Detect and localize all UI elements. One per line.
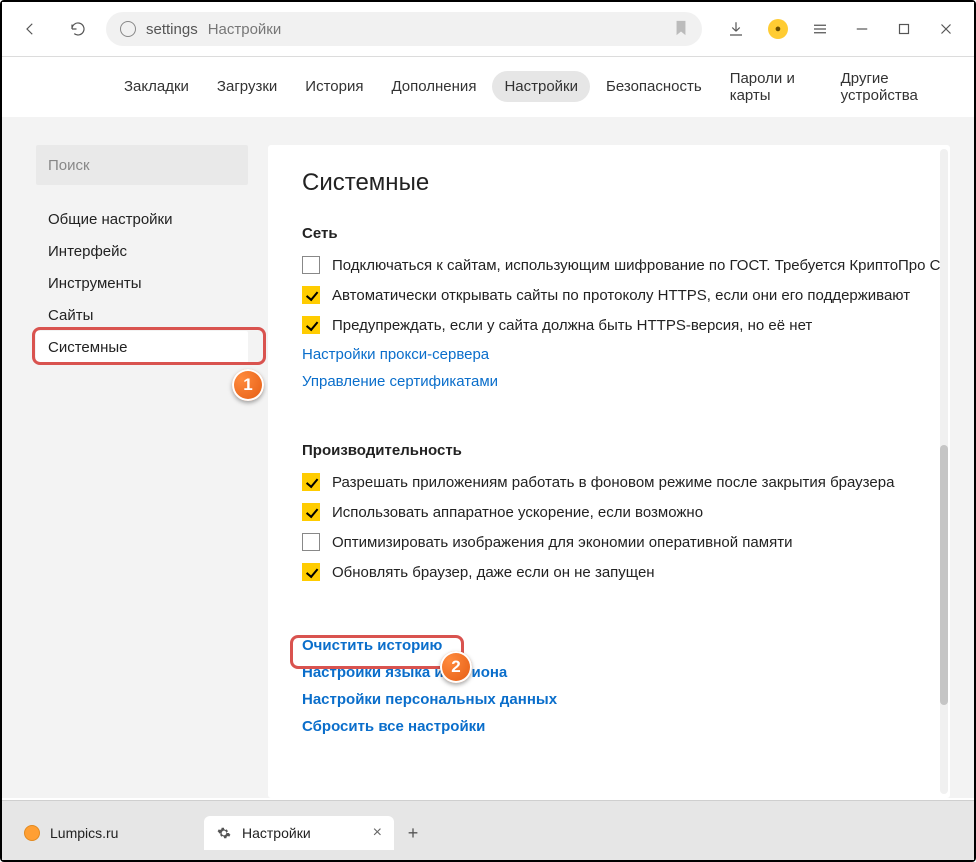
checkbox-label: Использовать аппаратное ускорение, если … [332, 504, 703, 521]
window-close-button[interactable] [926, 9, 966, 49]
sidebar-item-sites[interactable]: Сайты [36, 299, 248, 331]
sidebar-search[interactable]: Поиск [36, 145, 248, 185]
address-title: Настройки [208, 21, 282, 38]
checkbox-label: Подключаться к сайтам, использующим шифр… [332, 257, 941, 274]
sidebar-item-interface[interactable]: Интерфейс [36, 235, 248, 267]
sidebar-search-placeholder: Поиск [48, 157, 90, 174]
nav-tab-history[interactable]: История [293, 71, 375, 102]
bookmark-icon[interactable] [674, 20, 688, 39]
checkbox-update-browser[interactable] [302, 563, 320, 581]
browser-tabstrip: Lumpics.ru Настройки × + [2, 800, 974, 860]
sidebar-item-system[interactable]: Системные [36, 331, 248, 363]
checkbox-row: Использовать аппаратное ускорение, если … [302, 503, 950, 521]
nav-tab-bookmarks[interactable]: Закладки [112, 71, 201, 102]
nav-tab-devices[interactable]: Другие устройства [829, 63, 950, 111]
site-identity-icon [120, 21, 136, 37]
section-title-network: Сеть [302, 225, 950, 242]
nav-tab-downloads[interactable]: Загрузки [205, 71, 289, 102]
tab-label: Lumpics.ru [50, 825, 118, 841]
address-bar[interactable]: settings Настройки [106, 12, 702, 46]
nav-tab-passwords[interactable]: Пароли и карты [718, 63, 825, 111]
checkbox-label: Автоматически открывать сайты по протоко… [332, 287, 910, 304]
checkbox-bg-apps[interactable] [302, 473, 320, 491]
profile-button[interactable]: ● [758, 9, 798, 49]
toolbar-right: ● [716, 9, 966, 49]
checkbox-row: Подключаться к сайтам, использующим шифр… [302, 256, 950, 274]
link-language-region[interactable]: Настройки языка и региона [302, 664, 950, 681]
settings-nav: Закладки Загрузки История Дополнения Нас… [2, 57, 974, 117]
gear-icon [216, 825, 232, 841]
sidebar-item-general[interactable]: Общие настройки [36, 203, 248, 235]
window-maximize-button[interactable] [884, 9, 924, 49]
settings-sidebar: Поиск Общие настройки Интерфейс Инструме… [36, 145, 248, 798]
checkbox-label: Разрешать приложениям работать в фоновом… [332, 474, 894, 491]
link-personal-data[interactable]: Настройки персональных данных [302, 691, 950, 708]
nav-tab-settings[interactable]: Настройки [492, 71, 590, 102]
new-tab-button[interactable]: + [396, 816, 430, 850]
address-scheme: settings [146, 21, 198, 38]
address-text: settings Настройки [146, 21, 664, 38]
window-minimize-button[interactable] [842, 9, 882, 49]
checkbox-row: Автоматически открывать сайты по протоко… [302, 286, 950, 304]
settings-body: Поиск Общие настройки Интерфейс Инструме… [2, 117, 974, 798]
checkbox-https-warn[interactable] [302, 316, 320, 334]
link-cert-management[interactable]: Управление сертификатами [302, 373, 950, 390]
section-title-performance: Производительность [302, 442, 950, 459]
checkbox-row: Разрешать приложениям работать в фоновом… [302, 473, 950, 491]
checkbox-row: Обновлять браузер, даже если он не запущ… [302, 563, 950, 581]
browser-toolbar: settings Настройки ● [2, 2, 974, 57]
checkbox-https-auto[interactable] [302, 286, 320, 304]
menu-button[interactable] [800, 9, 840, 49]
tab-lumpics[interactable]: Lumpics.ru [12, 816, 202, 850]
tab-label: Настройки [242, 825, 311, 841]
checkbox-label: Оптимизировать изображения для экономии … [332, 534, 792, 551]
reload-button[interactable] [58, 9, 98, 49]
checkbox-hw-accel[interactable] [302, 503, 320, 521]
tab-settings[interactable]: Настройки × [204, 816, 394, 850]
scrollbar-thumb[interactable] [940, 445, 948, 705]
checkbox-row: Предупреждать, если у сайта должна быть … [302, 316, 950, 334]
checkbox-gost[interactable] [302, 256, 320, 274]
checkbox-row: Оптимизировать изображения для экономии … [302, 533, 950, 551]
checkbox-label: Предупреждать, если у сайта должна быть … [332, 317, 812, 334]
checkbox-label: Обновлять браузер, даже если он не запущ… [332, 564, 655, 581]
nav-tab-security[interactable]: Безопасность [594, 71, 714, 102]
sidebar-item-tools[interactable]: Инструменты [36, 267, 248, 299]
checkbox-opt-images[interactable] [302, 533, 320, 551]
settings-content: Системные Сеть Подключаться к сайтам, ис… [268, 145, 950, 798]
annotation-badge-1: 1 [232, 369, 264, 401]
downloads-button[interactable] [716, 9, 756, 49]
sidebar-list: Общие настройки Интерфейс Инструменты Са… [36, 203, 248, 363]
link-clear-history[interactable]: Очистить историю [302, 637, 950, 654]
link-reset-settings[interactable]: Сбросить все настройки [302, 718, 950, 735]
avatar-icon: ● [768, 19, 788, 39]
back-button[interactable] [10, 9, 50, 49]
page-title: Системные [302, 169, 950, 197]
link-proxy-settings[interactable]: Настройки прокси-сервера [302, 346, 950, 363]
nav-tab-addons[interactable]: Дополнения [379, 71, 488, 102]
bottom-links: Очистить историю Настройки языка и регио… [302, 637, 950, 735]
favicon-icon [24, 825, 40, 841]
tab-close-icon[interactable]: × [373, 824, 382, 842]
